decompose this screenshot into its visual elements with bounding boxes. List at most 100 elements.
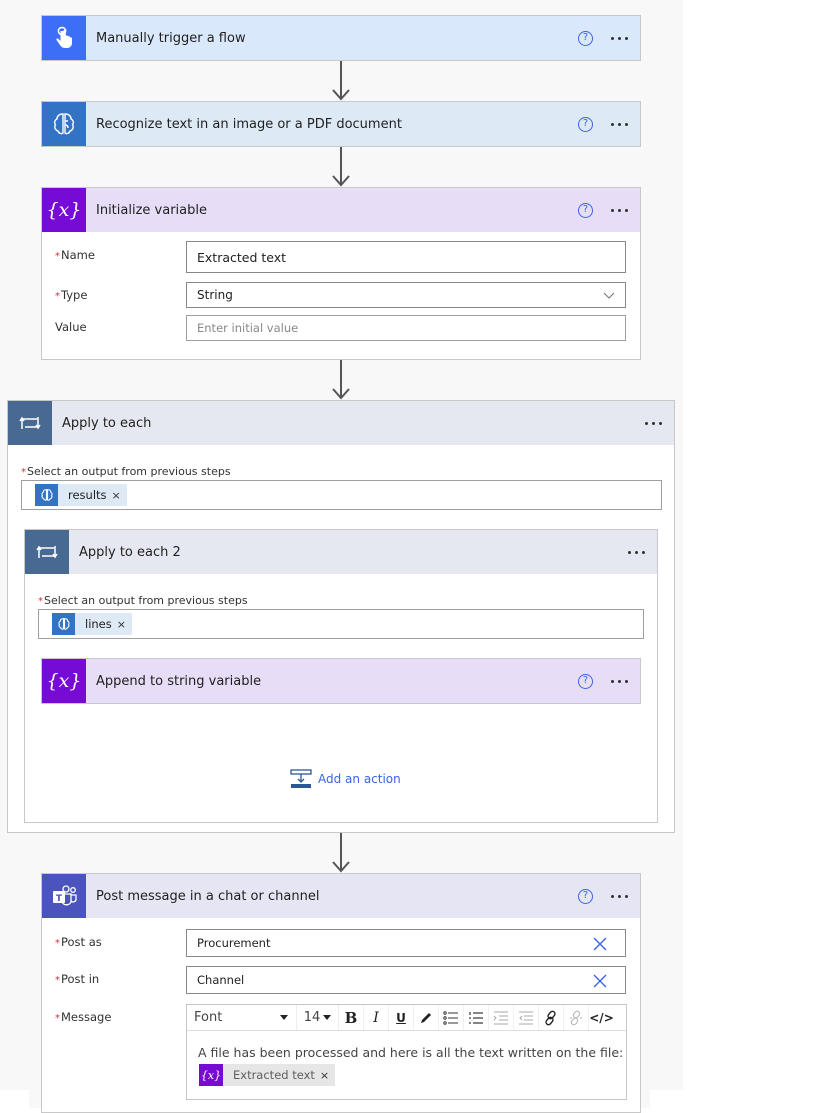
help-icon[interactable]: ? bbox=[578, 116, 593, 132]
more-options-button[interactable] bbox=[611, 33, 628, 43]
message-editor[interactable]: Font 14 B I U </> A file has been proces… bbox=[186, 1004, 627, 1100]
more-options-button[interactable] bbox=[611, 676, 628, 686]
value-field-row: Value Enter initial value bbox=[42, 315, 640, 345]
post-in-input[interactable]: Channel bbox=[186, 966, 626, 994]
underline-button[interactable]: U bbox=[389, 1005, 414, 1030]
variable-icon: {x} bbox=[42, 188, 86, 232]
highlight-pen-icon[interactable] bbox=[414, 1005, 439, 1030]
more-options-button[interactable] bbox=[645, 418, 662, 428]
more-options-button[interactable] bbox=[611, 891, 628, 901]
svg-text:{x}: {x} bbox=[47, 670, 82, 692]
help-icon[interactable]: ? bbox=[578, 888, 593, 904]
indent-icon[interactable] bbox=[489, 1005, 514, 1030]
type-value: String bbox=[197, 288, 233, 302]
teams-icon: T bbox=[42, 874, 86, 918]
message-text[interactable]: A file has been processed and here is al… bbox=[198, 1045, 623, 1060]
name-field-row: *Name Extracted text bbox=[42, 241, 640, 273]
add-action-icon bbox=[290, 769, 312, 788]
apply-to-each-2-header[interactable]: Apply to each 2 bbox=[25, 530, 657, 574]
loop-icon bbox=[25, 530, 69, 574]
append-title: Append to string variable bbox=[96, 673, 262, 689]
message-label: *Message bbox=[55, 1010, 112, 1024]
recognize-text-card[interactable]: Recognize text in an image or a PDF docu… bbox=[41, 101, 641, 147]
post-in-label: *Post in bbox=[55, 972, 100, 986]
results-token[interactable]: results × bbox=[35, 484, 127, 506]
append-to-string-variable-card[interactable]: {x} Append to string variable ? bbox=[41, 658, 641, 704]
remove-token-button[interactable]: × bbox=[112, 489, 127, 502]
apply-to-each-2-card[interactable]: Apply to each 2 *Select an output from p… bbox=[24, 529, 658, 823]
add-action-label: Add an action bbox=[318, 772, 401, 786]
apply-to-each-title: Apply to each bbox=[62, 415, 152, 431]
connector-arrow bbox=[331, 833, 351, 873]
apply-to-each-header[interactable]: Apply to each bbox=[8, 401, 674, 445]
select-output-label: *Select an output from previous steps bbox=[21, 465, 231, 478]
font-size-dropdown[interactable]: 14 bbox=[297, 1005, 339, 1030]
code-view-icon[interactable]: </> bbox=[589, 1005, 614, 1030]
connector-arrow bbox=[331, 360, 351, 400]
select-output-input[interactable]: results × bbox=[21, 480, 662, 510]
outdent-icon[interactable] bbox=[514, 1005, 539, 1030]
connector-arrow bbox=[331, 61, 351, 101]
canvas-edge bbox=[650, 1090, 683, 1108]
remove-token-button[interactable]: × bbox=[117, 618, 132, 631]
ai-brain-icon bbox=[35, 484, 58, 506]
initialize-variable-card[interactable]: {x} Initialize variable ? *Name Extracte… bbox=[41, 187, 641, 360]
bold-button[interactable]: B bbox=[339, 1005, 364, 1030]
post-as-label: *Post as bbox=[55, 935, 102, 949]
numbered-list-icon[interactable] bbox=[464, 1005, 489, 1030]
post-message-title: Post message in a chat or channel bbox=[96, 888, 320, 904]
variable-icon: {x} bbox=[199, 1064, 223, 1086]
help-icon[interactable]: ? bbox=[578, 673, 593, 689]
variable-icon: {x} bbox=[42, 659, 86, 703]
select-output-input[interactable]: lines × bbox=[38, 609, 644, 639]
ai-brain-icon bbox=[52, 613, 75, 635]
chevron-down-icon bbox=[603, 292, 615, 299]
init-var-card-header[interactable]: {x} Initialize variable ? bbox=[42, 188, 640, 232]
more-options-button[interactable] bbox=[611, 205, 628, 215]
extracted-text-token[interactable]: {x} Extracted text × bbox=[199, 1064, 336, 1086]
trigger-card[interactable]: Manually trigger a flow ? bbox=[41, 15, 641, 61]
help-icon[interactable]: ? bbox=[578, 202, 593, 218]
unlink-icon[interactable] bbox=[564, 1005, 589, 1030]
lines-token[interactable]: lines × bbox=[52, 613, 132, 635]
recognize-card-header[interactable]: Recognize text in an image or a PDF docu… bbox=[42, 102, 640, 146]
clear-icon[interactable] bbox=[593, 937, 607, 951]
canvas-edge bbox=[3, 1090, 29, 1108]
remove-token-button[interactable]: × bbox=[320, 1069, 335, 1082]
clear-icon[interactable] bbox=[593, 974, 607, 988]
post-in-row: *Post in Channel bbox=[42, 966, 640, 996]
italic-button[interactable]: I bbox=[364, 1005, 389, 1030]
help-icon[interactable]: ? bbox=[578, 30, 593, 46]
init-var-title: Initialize variable bbox=[96, 202, 207, 218]
loop-icon bbox=[8, 401, 52, 445]
recognize-title: Recognize text in an image or a PDF docu… bbox=[96, 116, 402, 132]
link-icon[interactable] bbox=[539, 1005, 564, 1030]
trigger-card-header[interactable]: Manually trigger a flow ? bbox=[42, 16, 640, 60]
add-action-button[interactable]: Add an action bbox=[290, 769, 401, 789]
variable-name-input[interactable]: Extracted text bbox=[186, 241, 626, 273]
font-dropdown[interactable]: Font bbox=[187, 1005, 297, 1030]
svg-text:T: T bbox=[56, 894, 63, 904]
svg-text:{x}: {x} bbox=[201, 1069, 221, 1082]
touch-hand-icon bbox=[42, 16, 86, 60]
select-output-label: *Select an output from previous steps bbox=[38, 594, 248, 607]
variable-value-input[interactable]: Enter initial value bbox=[186, 315, 626, 341]
post-message-header[interactable]: T Post message in a chat or channel ? bbox=[42, 874, 640, 918]
apply-to-each-2-title: Apply to each 2 bbox=[79, 544, 181, 560]
variable-type-select[interactable]: String bbox=[186, 282, 626, 308]
more-options-button[interactable] bbox=[628, 547, 645, 557]
post-as-input[interactable]: Procurement bbox=[186, 929, 626, 957]
more-options-button[interactable] bbox=[611, 119, 628, 129]
bullet-list-icon[interactable] bbox=[439, 1005, 464, 1030]
name-label: *Name bbox=[55, 248, 95, 262]
post-as-row: *Post as Procurement bbox=[42, 929, 640, 959]
svg-text:{x}: {x} bbox=[47, 199, 82, 221]
rich-text-toolbar: Font 14 B I U </> bbox=[187, 1005, 626, 1031]
type-field-row: *Type String bbox=[42, 282, 640, 312]
apply-to-each-card[interactable]: Apply to each *Select an output from pre… bbox=[7, 400, 675, 833]
post-message-card[interactable]: T Post message in a chat or channel ? *P… bbox=[41, 873, 641, 1113]
trigger-title: Manually trigger a flow bbox=[96, 30, 246, 46]
ai-brain-icon bbox=[42, 102, 86, 146]
append-card-header[interactable]: {x} Append to string variable ? bbox=[42, 659, 640, 703]
value-label: Value bbox=[55, 320, 87, 334]
